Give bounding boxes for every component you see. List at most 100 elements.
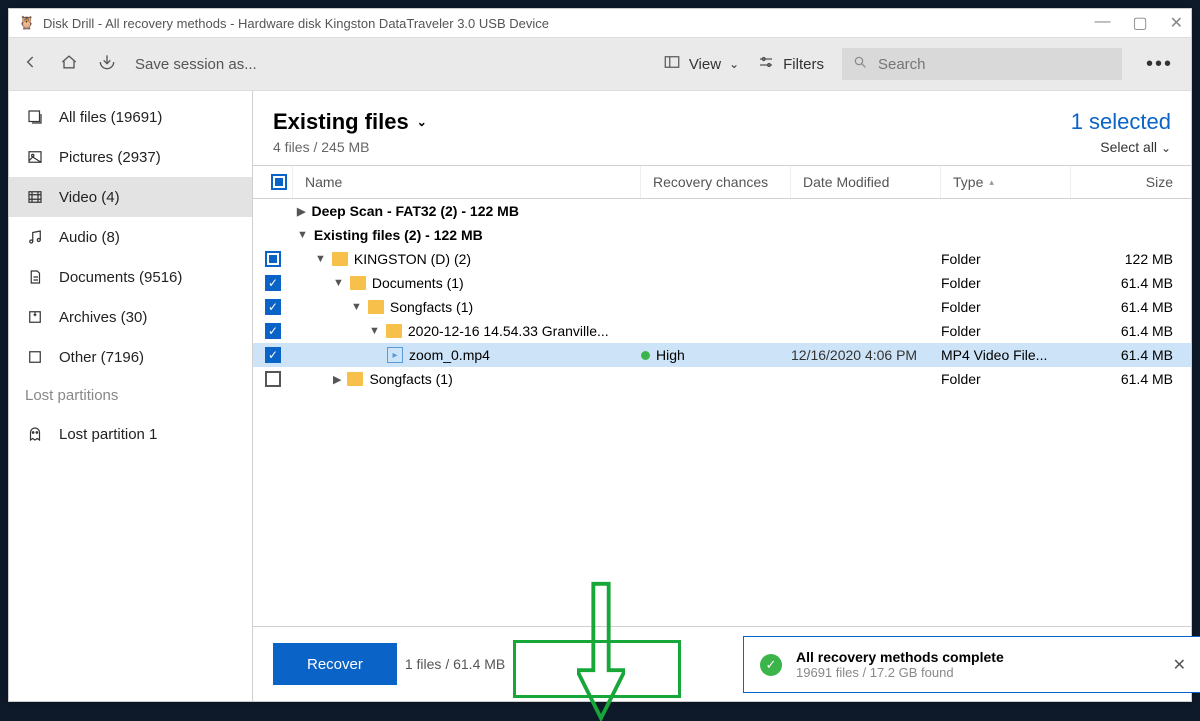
document-icon xyxy=(25,267,45,287)
search-input[interactable] xyxy=(878,56,1112,73)
row-name: KINGSTON (D) (2) xyxy=(354,251,471,267)
caret-icon[interactable]: ▼ xyxy=(297,229,308,241)
row-checkbox[interactable] xyxy=(265,299,281,315)
page-subtitle: 4 files / 245 MB xyxy=(273,139,1071,155)
completion-notification: ✓ All recovery methods complete 19691 fi… xyxy=(743,636,1200,693)
table-row[interactable]: zoom_0.mp4 High12/16/2020 4:06 PMMP4 Vide… xyxy=(253,343,1191,367)
titlebar[interactable]: 🦉 Disk Drill - All recovery methods - Ha… xyxy=(9,9,1191,37)
toolbar: Save session as... View ⌄ Filters ••• xyxy=(9,37,1191,91)
row-name: zoom_0.mp4 xyxy=(409,347,490,363)
row-size: 61.4 MB xyxy=(1071,275,1191,291)
sliders-icon xyxy=(757,53,775,75)
lost-partitions-header: Lost partitions xyxy=(9,377,252,414)
page-title[interactable]: Existing files ⌄ xyxy=(273,109,1071,135)
row-size: 61.4 MB xyxy=(1071,323,1191,339)
home-button[interactable] xyxy=(59,52,79,77)
table-row[interactable]: ▼ Songfacts (1) Folder61.4 MB xyxy=(253,295,1191,319)
folder-icon xyxy=(332,252,348,266)
row-size: 61.4 MB xyxy=(1071,371,1191,387)
search-field[interactable] xyxy=(842,48,1122,80)
footer-info: 1 files / 61.4 MB xyxy=(405,656,505,672)
col-name[interactable]: Name xyxy=(293,166,641,198)
notification-subtitle: 19691 files / 17.2 GB found xyxy=(796,665,1159,680)
header-checkbox[interactable] xyxy=(253,166,293,198)
music-icon xyxy=(25,227,45,247)
row-name: Documents (1) xyxy=(372,275,464,291)
caret-icon[interactable]: ▼ xyxy=(369,325,380,337)
sidebar-item-other[interactable]: Other (7196) xyxy=(9,337,252,377)
row-type: Folder xyxy=(941,371,1071,387)
minimize-button[interactable]: — xyxy=(1094,13,1110,33)
view-menu[interactable]: View ⌄ xyxy=(663,53,739,75)
row-name: 2020-12-16 14.54.33 Granville... xyxy=(408,323,609,339)
image-icon xyxy=(25,147,45,167)
file-rows: ▶ Deep Scan - FAT32 (2) - 122 MB▼ Existi… xyxy=(253,199,1191,626)
caret-icon[interactable]: ▶ xyxy=(297,205,305,218)
recover-button[interactable]: Recover xyxy=(273,643,397,685)
col-type[interactable]: Type▴ xyxy=(941,166,1071,198)
more-button[interactable]: ••• xyxy=(1140,53,1179,76)
sidebar-item-lost-partition[interactable]: Lost partition 1 xyxy=(9,414,252,454)
table-row[interactable]: ▼ KINGSTON (D) (2) Folder122 MB xyxy=(253,247,1191,271)
row-name: Songfacts (1) xyxy=(390,299,473,315)
row-checkbox[interactable] xyxy=(265,347,281,363)
group-name: Existing files (2) - 122 MB xyxy=(314,227,483,243)
group-row[interactable]: ▼ Existing files (2) - 122 MB xyxy=(253,223,1191,247)
row-size: 61.4 MB xyxy=(1071,347,1191,363)
close-notification-button[interactable]: ✕ xyxy=(1173,655,1186,675)
save-icon[interactable] xyxy=(97,52,117,77)
table-row[interactable]: ▶ Songfacts (1) Folder61.4 MB xyxy=(253,367,1191,391)
folder-icon xyxy=(368,300,384,314)
caret-icon[interactable]: ▼ xyxy=(315,253,326,265)
sidebar-item-all-files[interactable]: All files (19691) xyxy=(9,97,252,137)
folder-icon xyxy=(386,324,402,338)
success-icon: ✓ xyxy=(760,654,782,676)
col-recovery[interactable]: Recovery chances xyxy=(641,166,791,198)
back-button[interactable] xyxy=(21,52,41,77)
save-session-button[interactable]: Save session as... xyxy=(135,56,257,73)
col-date[interactable]: Date Modified xyxy=(791,166,941,198)
row-checkbox[interactable] xyxy=(265,323,281,339)
col-size[interactable]: Size xyxy=(1071,166,1191,198)
row-type: Folder xyxy=(941,275,1071,291)
sidebar-item-audio[interactable]: Audio (8) xyxy=(9,217,252,257)
filters-button[interactable]: Filters xyxy=(757,53,824,75)
row-checkbox[interactable] xyxy=(265,251,281,267)
search-icon xyxy=(852,54,868,75)
group-name: Deep Scan - FAT32 (2) - 122 MB xyxy=(311,203,518,219)
table-row[interactable]: ▼ 2020-12-16 14.54.33 Granville... Folder… xyxy=(253,319,1191,343)
sidebar-item-documents[interactable]: Documents (9516) xyxy=(9,257,252,297)
row-date: 12/16/2020 4:06 PM xyxy=(791,347,941,363)
select-all-button[interactable]: Select all ⌄ xyxy=(1071,139,1171,155)
stack-icon xyxy=(25,107,45,127)
close-button[interactable]: ✕ xyxy=(1170,13,1183,33)
group-row[interactable]: ▶ Deep Scan - FAT32 (2) - 122 MB xyxy=(253,199,1191,223)
row-type: Folder xyxy=(941,323,1071,339)
app-window: 🦉 Disk Drill - All recovery methods - Ha… xyxy=(8,8,1192,702)
sidebar-item-video[interactable]: Video (4) xyxy=(9,177,252,217)
column-headers: Name Recovery chances Date Modified Type… xyxy=(253,165,1191,199)
app-icon: 🦉 xyxy=(17,13,37,33)
archive-icon xyxy=(25,307,45,327)
row-type: Folder xyxy=(941,299,1071,315)
row-checkbox[interactable] xyxy=(265,275,281,291)
box-icon xyxy=(25,347,45,367)
row-size: 61.4 MB xyxy=(1071,299,1191,315)
row-type: Folder xyxy=(941,251,1071,267)
caret-icon[interactable]: ▼ xyxy=(333,277,344,289)
main-panel: Existing files ⌄ 4 files / 245 MB 1 sele… xyxy=(253,91,1191,701)
row-recovery: High xyxy=(641,347,791,363)
sort-asc-icon: ▴ xyxy=(989,177,994,188)
row-checkbox[interactable] xyxy=(265,371,281,387)
row-name: Songfacts (1) xyxy=(369,371,452,387)
caret-icon[interactable]: ▶ xyxy=(333,373,341,386)
maximize-button[interactable]: ▢ xyxy=(1132,13,1147,33)
video-file-icon xyxy=(387,347,403,363)
caret-icon[interactable]: ▼ xyxy=(351,301,362,313)
sidebar-item-archives[interactable]: Archives (30) xyxy=(9,297,252,337)
row-type: MP4 Video File... xyxy=(941,347,1071,363)
sidebar-item-pictures[interactable]: Pictures (2937) xyxy=(9,137,252,177)
notification-title: All recovery methods complete xyxy=(796,649,1159,665)
row-size: 122 MB xyxy=(1071,251,1191,267)
table-row[interactable]: ▼ Documents (1) Folder61.4 MB xyxy=(253,271,1191,295)
